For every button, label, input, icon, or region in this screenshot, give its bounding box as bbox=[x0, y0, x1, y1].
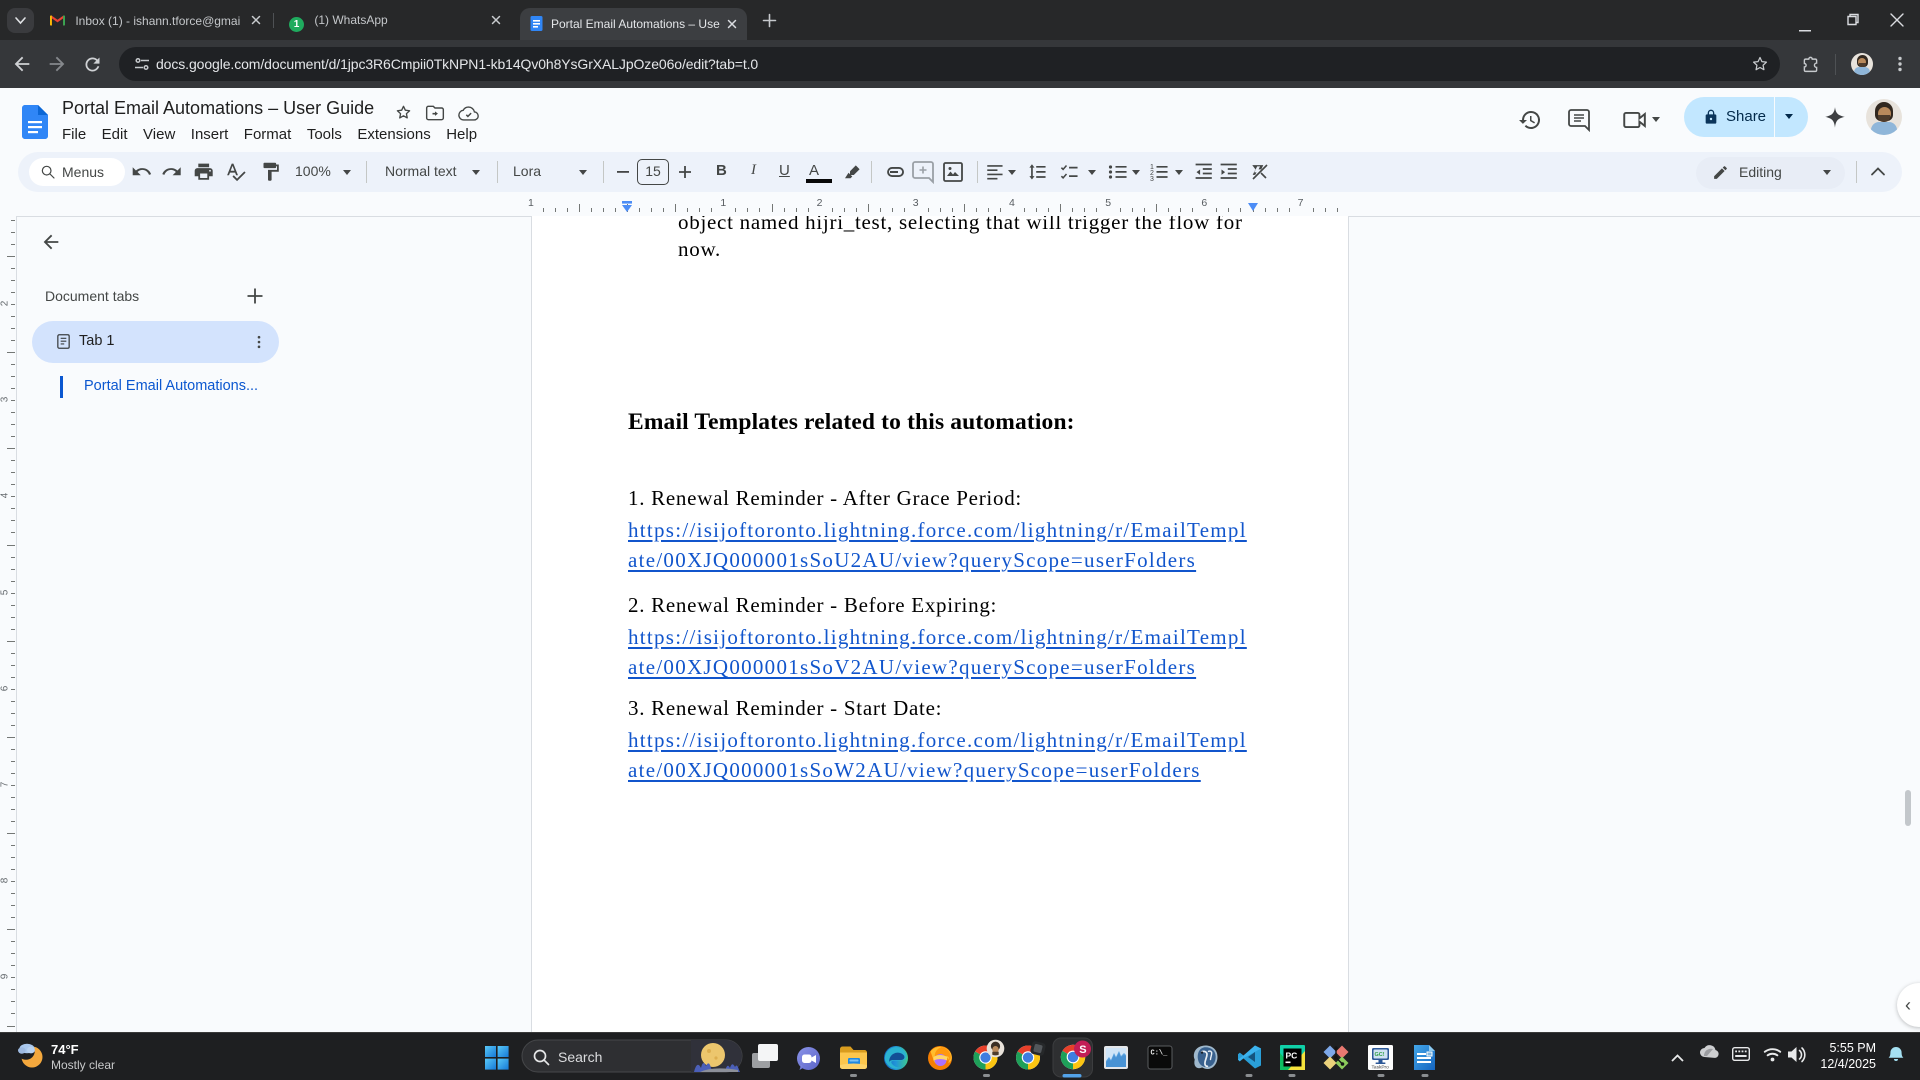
svg-text:GC!: GC! bbox=[1375, 1052, 1385, 1058]
svg-text:C:\_: C:\_ bbox=[1151, 1050, 1169, 1058]
svg-text:PC: PC bbox=[1286, 1051, 1298, 1061]
svg-text:TaskPro: TaskPro bbox=[1372, 1065, 1390, 1071]
svg-text:S: S bbox=[1079, 1044, 1086, 1056]
svg-text:Search: Search bbox=[558, 1049, 602, 1065]
svg-text:3: 3 bbox=[1150, 176, 1154, 183]
